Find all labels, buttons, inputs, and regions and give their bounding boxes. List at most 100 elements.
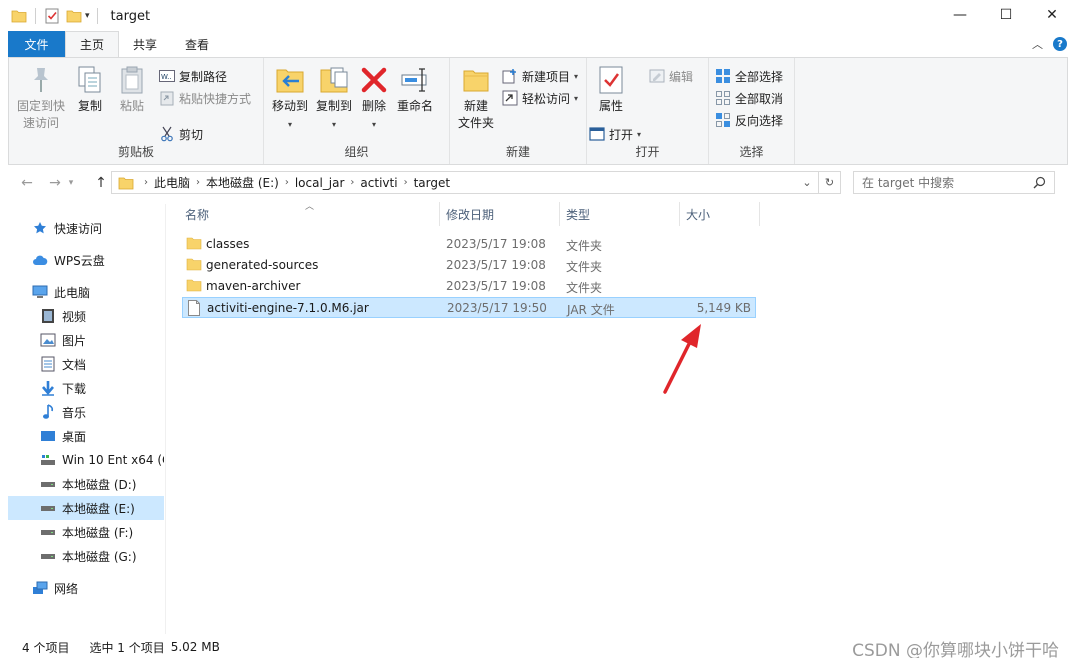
easy-access-button[interactable]: 轻松访问 ▾ xyxy=(502,88,578,108)
rename-label: 重命名 xyxy=(396,99,433,113)
folder-icon xyxy=(186,257,202,273)
document-icon xyxy=(40,356,56,372)
tab-home[interactable]: 主页 xyxy=(65,31,120,57)
title-bar: ▾ target — ☐ ✕ xyxy=(0,0,1075,32)
nav-item-drive-g[interactable]: 本地磁盘 (G:) xyxy=(40,544,162,568)
nav-item-drive-d[interactable]: 本地磁盘 (D:) xyxy=(40,472,162,496)
nav-item-drive-e[interactable]: 本地磁盘 (E:) xyxy=(8,496,164,520)
paste-shortcut-label: 粘贴快捷方式 xyxy=(179,91,252,106)
nav-item-label: 快速访问 xyxy=(54,221,103,236)
window-title: target xyxy=(110,8,151,24)
file-row-activiti-jar[interactable]: activiti-engine-7.1.0.M6.jar 2023/5/17 1… xyxy=(182,297,756,318)
open-button[interactable]: 打开 ▾ xyxy=(589,124,693,144)
edit-button[interactable]: 编辑 xyxy=(649,66,693,86)
file-date: 2023/5/17 19:08 xyxy=(446,258,546,272)
select-all-button[interactable]: 全部选择 xyxy=(715,66,783,86)
nav-item-this-pc[interactable]: 此电脑 xyxy=(32,280,162,304)
recent-locations-dropdown[interactable]: ▾ xyxy=(64,171,78,195)
pin-icon xyxy=(25,64,57,96)
column-header-size[interactable]: 大小 xyxy=(680,200,760,228)
organize-group-label: 组织 xyxy=(344,145,369,159)
customize-toolbar-dropdown[interactable]: ▾ xyxy=(85,11,90,21)
item-count: 4 个项目 xyxy=(22,640,70,655)
maximize-button[interactable]: ☐ xyxy=(983,0,1029,30)
address-history-dropdown[interactable]: ⌄ xyxy=(796,172,818,193)
new-item-button[interactable]: 新建项目 ▾ xyxy=(502,66,578,86)
tab-share[interactable]: 共享 xyxy=(119,31,171,57)
new-folder-label: 新建 文件夹 xyxy=(457,99,494,130)
breadcrumb-target[interactable]: target xyxy=(414,176,451,190)
column-header-type[interactable]: 类型 xyxy=(560,200,680,228)
properties-icon[interactable] xyxy=(43,7,61,25)
folder-icon xyxy=(186,278,202,294)
nav-item-label: 本地磁盘 (G:) xyxy=(62,549,137,564)
close-button[interactable]: ✕ xyxy=(1029,0,1075,30)
breadcrumb-separator: › xyxy=(284,177,289,188)
paste-icon xyxy=(116,64,148,96)
nav-item-label: 网络 xyxy=(54,581,79,596)
search-input[interactable]: 在 target 中搜索 xyxy=(853,171,1055,194)
file-size: 5,149 KB xyxy=(696,301,751,315)
nav-item-network[interactable]: 网络 xyxy=(32,576,162,600)
nav-item-wps-cloud[interactable]: WPS云盘 xyxy=(32,248,162,272)
nav-item-music[interactable]: 音乐 xyxy=(40,400,162,424)
nav-item-label: 本地磁盘 (E:) xyxy=(62,501,135,516)
new-folder-icon[interactable] xyxy=(65,7,83,25)
select-all-icon xyxy=(715,68,731,84)
breadcrumb-drive-e[interactable]: 本地磁盘 (E:) xyxy=(206,174,279,191)
file-row-maven-archiver[interactable]: maven-archiver 2023/5/17 19:08 文件夹 xyxy=(182,276,756,297)
invert-selection-button[interactable]: 反向选择 xyxy=(715,110,783,130)
refresh-button[interactable]: ↻ xyxy=(818,172,840,193)
edit-label: 编辑 xyxy=(669,69,694,84)
new-group-label: 新建 xyxy=(505,145,530,159)
select-none-button[interactable]: 全部取消 xyxy=(715,88,783,108)
breadcrumb-this-pc[interactable]: 此电脑 xyxy=(154,174,190,191)
address-bar[interactable]: › 此电脑 › 本地磁盘 (E:) › local_jar › activti … xyxy=(111,171,841,194)
file-row-classes[interactable]: classes 2023/5/17 19:08 文件夹 xyxy=(182,234,756,255)
nav-item-label: 视频 xyxy=(62,309,87,324)
collapse-ribbon-icon[interactable]: ︿ xyxy=(1032,36,1043,52)
nav-item-label: WPS云盘 xyxy=(54,253,105,268)
open-group-label: 打开 xyxy=(635,145,660,159)
copy-path-button[interactable]: W.. 复制路径 xyxy=(159,66,251,86)
cut-button[interactable]: 剪切 xyxy=(159,124,251,144)
paste-shortcut-button[interactable]: 粘贴快捷方式 xyxy=(159,88,251,108)
new-item-label: 新建项目 xyxy=(522,69,571,84)
drive-icon xyxy=(40,500,56,516)
help-icon[interactable]: ? xyxy=(1053,37,1067,51)
column-header-name[interactable]: 名称 xyxy=(179,200,439,228)
copy-path-label: 复制路径 xyxy=(179,69,228,84)
quick-access-toolbar: ▾ xyxy=(0,7,101,25)
download-icon xyxy=(40,380,56,396)
invert-selection-icon xyxy=(715,112,731,128)
back-button[interactable]: ← xyxy=(14,171,40,195)
nav-item-documents[interactable]: 文档 xyxy=(40,352,162,376)
window-controls: — ☐ ✕ xyxy=(937,0,1075,30)
open-label: 打开 xyxy=(609,127,634,142)
nav-item-drive-c[interactable]: Win 10 Ent x64 (C xyxy=(40,448,164,472)
delete-icon xyxy=(358,64,390,96)
navigation-row: ← → ▾ ↑ › 此电脑 › 本地磁盘 (E:) › local_jar › … xyxy=(0,168,1075,198)
minimize-button[interactable]: — xyxy=(937,0,983,30)
nav-item-drive-f[interactable]: 本地磁盘 (F:) xyxy=(40,520,162,544)
nav-item-pictures[interactable]: 图片 xyxy=(40,328,162,352)
column-header-date[interactable]: 修改日期 xyxy=(440,200,560,228)
open-icon xyxy=(589,126,605,142)
nav-item-label: 本地磁盘 (F:) xyxy=(62,525,134,540)
organize-group: 移动到 ▾ 复制到 ▾ 删除 ▾ 重命名 组织 xyxy=(264,58,450,164)
select-group-label: 选择 xyxy=(739,145,764,159)
nav-item-desktop[interactable]: 桌面 xyxy=(40,424,162,448)
file-row-generated-sources[interactable]: generated-sources 2023/5/17 19:08 文件夹 xyxy=(182,255,756,276)
nav-item-quick-access[interactable]: 快速访问 xyxy=(32,216,162,240)
copy-to-icon xyxy=(318,64,350,96)
tab-view[interactable]: 查看 xyxy=(171,31,223,57)
copy-label: 复制 xyxy=(77,99,102,113)
picture-icon xyxy=(40,332,56,348)
tab-file[interactable]: 文件 xyxy=(8,31,65,57)
nav-item-downloads[interactable]: 下载 xyxy=(40,376,162,400)
drive-icon xyxy=(40,524,56,540)
file-name: classes xyxy=(206,237,250,251)
nav-item-videos[interactable]: 视频 xyxy=(40,304,162,328)
breadcrumb-activti[interactable]: activti xyxy=(360,176,397,190)
breadcrumb-local-jar[interactable]: local_jar xyxy=(295,176,345,190)
